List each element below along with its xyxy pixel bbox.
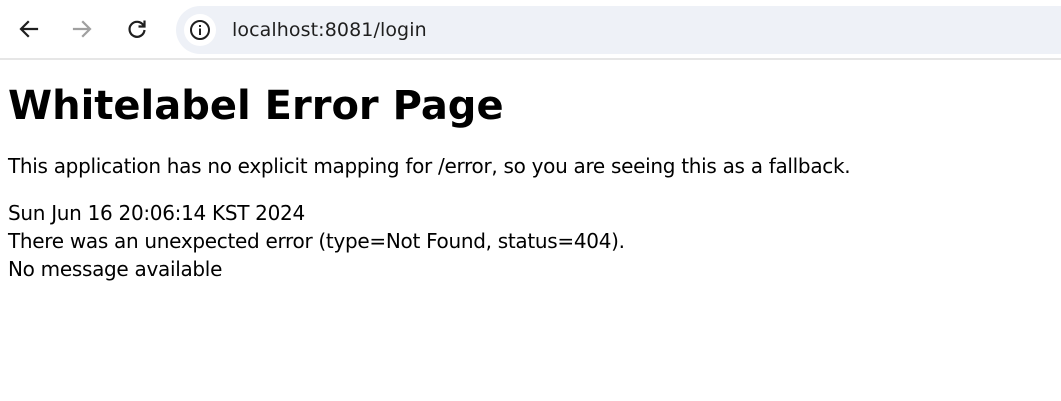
error-timestamp: Sun Jun 16 20:06:14 KST 2024 [8, 201, 305, 225]
address-bar[interactable]: localhost:8081/login [176, 6, 1061, 54]
arrow-left-icon [19, 20, 39, 38]
browser-toolbar: localhost:8081/login [0, 0, 1061, 60]
error-details: Sun Jun 16 20:06:14 KST 2024 There was a… [8, 199, 1053, 283]
error-status-line: There was an unexpected error (type=Not … [8, 229, 625, 253]
forward-button[interactable] [66, 13, 98, 45]
reload-icon [128, 20, 146, 38]
reload-button[interactable] [121, 13, 153, 45]
site-info-button[interactable] [184, 14, 216, 46]
back-button[interactable] [13, 13, 45, 45]
info-icon [190, 20, 210, 40]
error-description: This application has no explicit mapping… [8, 154, 851, 178]
page-content: Whitelabel Error Page This application h… [0, 60, 1061, 283]
url-text[interactable]: localhost:8081/login [232, 6, 427, 54]
error-message: No message available [8, 257, 223, 281]
page-title: Whitelabel Error Page [8, 83, 504, 129]
arrow-right-icon [72, 20, 92, 38]
